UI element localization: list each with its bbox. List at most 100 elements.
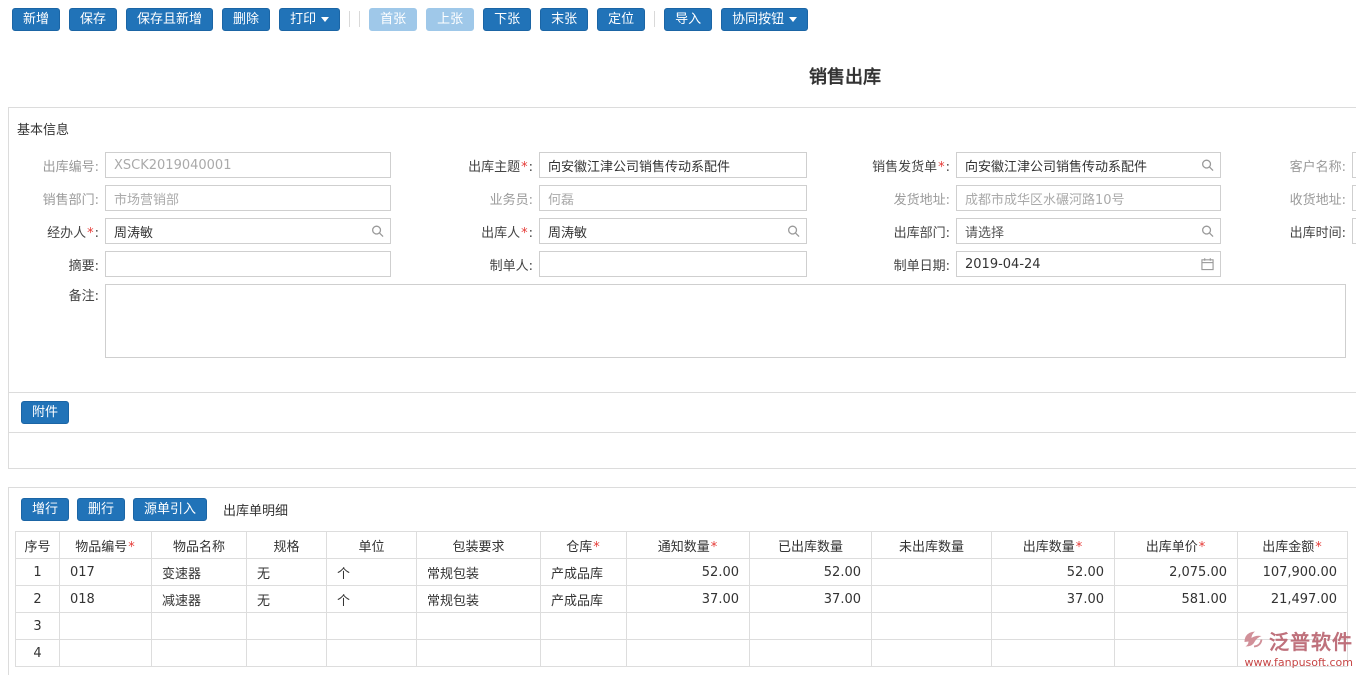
calendar-icon[interactable] — [1201, 258, 1214, 271]
recv-address-input[interactable] — [1352, 185, 1356, 211]
add-row-button[interactable]: 增行 — [21, 498, 69, 521]
table-cell[interactable]: 017 — [60, 559, 152, 586]
salesman-input[interactable] — [539, 185, 807, 211]
table-cell[interactable]: 2,075.00 — [1115, 559, 1238, 586]
table-cell[interactable] — [541, 640, 627, 667]
table-cell[interactable] — [750, 640, 872, 667]
column-header: 物品名称 — [152, 532, 247, 559]
table-cell[interactable] — [992, 640, 1115, 667]
table-cell[interactable] — [247, 613, 327, 640]
column-header: 出库单价* — [1115, 532, 1238, 559]
table-cell[interactable] — [60, 640, 152, 667]
delete-button[interactable]: 删除 — [222, 8, 270, 31]
ship-address-label: 发货地址: — [807, 189, 956, 208]
table-cell[interactable]: 4 — [16, 640, 60, 667]
table-cell[interactable]: 52.00 — [627, 559, 750, 586]
column-header: 包装要求 — [417, 532, 541, 559]
import-button[interactable]: 导入 — [664, 8, 712, 31]
table-cell[interactable]: 37.00 — [750, 586, 872, 613]
table-cell[interactable] — [417, 640, 541, 667]
table-cell[interactable] — [627, 640, 750, 667]
out-subject-input[interactable] — [539, 152, 807, 178]
table-cell[interactable] — [872, 559, 992, 586]
toolbar-separator — [359, 11, 360, 27]
last-record-button[interactable]: 末张 — [540, 8, 588, 31]
table-cell[interactable]: 37.00 — [992, 586, 1115, 613]
out-dept-input[interactable] — [956, 218, 1221, 244]
table-cell[interactable]: 581.00 — [1115, 586, 1238, 613]
table-cell[interactable]: 无 — [247, 586, 327, 613]
customer-name-input[interactable] — [1352, 152, 1356, 178]
table-cell[interactable]: 常规包装 — [417, 586, 541, 613]
table-cell[interactable] — [872, 613, 992, 640]
table-cell[interactable] — [1238, 613, 1348, 640]
table-cell[interactable]: 产成品库 — [541, 586, 627, 613]
attachment-button[interactable]: 附件 — [21, 401, 69, 424]
table-cell[interactable]: 21,497.00 — [1238, 586, 1348, 613]
table-cell[interactable] — [417, 613, 541, 640]
column-header: 已出库数量 — [750, 532, 872, 559]
doc-maker-input[interactable] — [539, 251, 807, 277]
search-icon[interactable] — [1201, 159, 1214, 172]
table-cell[interactable]: 1 — [16, 559, 60, 586]
table-cell[interactable] — [152, 640, 247, 667]
source-import-button[interactable]: 源单引入 — [133, 498, 207, 521]
remark-textarea[interactable] — [105, 284, 1346, 358]
summary-label: 摘要: — [9, 255, 105, 274]
table-cell[interactable] — [541, 613, 627, 640]
table-cell[interactable] — [1115, 613, 1238, 640]
search-icon[interactable] — [1201, 225, 1214, 238]
table-cell[interactable]: 个 — [327, 559, 417, 586]
table-cell[interactable]: 无 — [247, 559, 327, 586]
out-time-input[interactable] — [1352, 218, 1356, 244]
next-record-button[interactable]: 下张 — [483, 8, 531, 31]
table-cell[interactable] — [872, 640, 992, 667]
table-cell[interactable] — [992, 613, 1115, 640]
out-no-input[interactable] — [105, 152, 391, 178]
table-cell[interactable] — [750, 613, 872, 640]
table-cell[interactable] — [1238, 640, 1348, 667]
sales-dept-input[interactable] — [105, 185, 391, 211]
table-cell[interactable]: 产成品库 — [541, 559, 627, 586]
table-cell[interactable]: 个 — [327, 586, 417, 613]
locate-button[interactable]: 定位 — [597, 8, 645, 31]
table-cell[interactable] — [327, 640, 417, 667]
out-dept-label: 出库部门: — [807, 222, 956, 241]
print-dropdown-button[interactable]: 打印 — [279, 8, 340, 31]
column-header: 规格 — [247, 532, 327, 559]
collaboration-dropdown-button[interactable]: 协同按钮 — [721, 8, 808, 31]
save-and-new-button[interactable]: 保存且新增 — [126, 8, 213, 31]
out-person-input[interactable] — [539, 218, 807, 244]
handler-input[interactable] — [105, 218, 391, 244]
table-row: 1017变速器无个常规包装产成品库52.0052.0052.002,075.00… — [16, 559, 1348, 586]
search-icon[interactable] — [371, 225, 384, 238]
table-cell[interactable] — [152, 613, 247, 640]
summary-input[interactable] — [105, 251, 391, 277]
save-button[interactable]: 保存 — [69, 8, 117, 31]
column-header: 序号 — [16, 532, 60, 559]
table-cell[interactable]: 107,900.00 — [1238, 559, 1348, 586]
ship-address-input[interactable] — [956, 185, 1221, 211]
table-cell[interactable]: 37.00 — [627, 586, 750, 613]
doc-date-input[interactable] — [956, 251, 1221, 277]
table-cell[interactable]: 2 — [16, 586, 60, 613]
table-cell[interactable] — [627, 613, 750, 640]
table-cell[interactable]: 减速器 — [152, 586, 247, 613]
table-cell[interactable]: 变速器 — [152, 559, 247, 586]
table-cell[interactable] — [327, 613, 417, 640]
table-cell[interactable]: 52.00 — [750, 559, 872, 586]
table-cell[interactable]: 常规包装 — [417, 559, 541, 586]
prev-record-button[interactable]: 上张 — [426, 8, 474, 31]
first-record-button[interactable]: 首张 — [369, 8, 417, 31]
sales-delivery-input[interactable] — [956, 152, 1221, 178]
table-cell[interactable]: 018 — [60, 586, 152, 613]
table-cell[interactable] — [872, 586, 992, 613]
table-cell[interactable] — [247, 640, 327, 667]
new-button[interactable]: 新增 — [12, 8, 60, 31]
search-icon[interactable] — [787, 225, 800, 238]
table-cell[interactable]: 3 — [16, 613, 60, 640]
delete-row-button[interactable]: 删行 — [77, 498, 125, 521]
table-cell[interactable] — [1115, 640, 1238, 667]
table-cell[interactable] — [60, 613, 152, 640]
table-cell[interactable]: 52.00 — [992, 559, 1115, 586]
